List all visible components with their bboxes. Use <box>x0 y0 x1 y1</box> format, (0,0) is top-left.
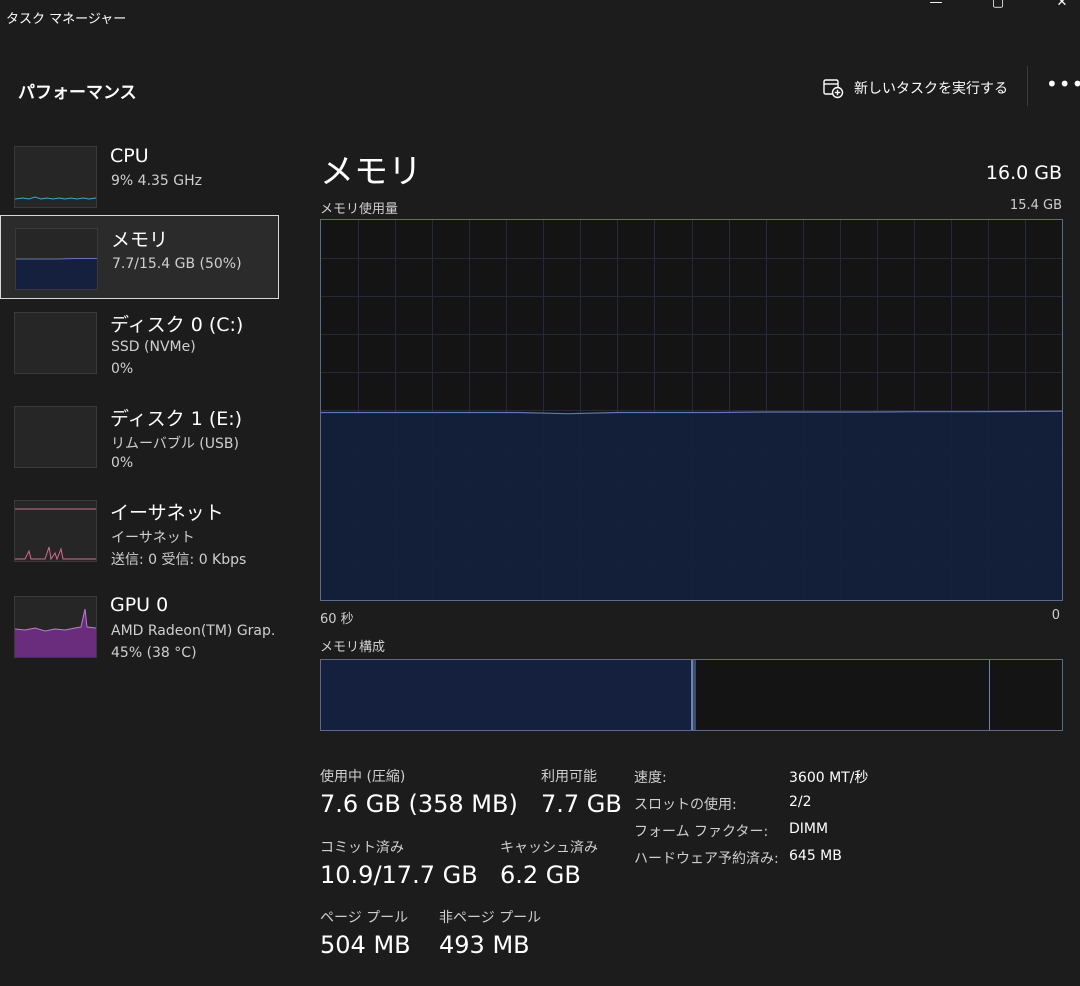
sidebar-item-usage: 0% <box>111 455 134 471</box>
sidebar-item-usage: 45% (38 °C) <box>111 645 197 661</box>
in-use-value: 7.6 GB (358 MB) <box>320 790 518 818</box>
detail-title: メモリ <box>320 152 422 192</box>
sidebar-item-gpu-0[interactable]: GPU 0 AMD Radeon(TM) Grap. 45% (38 °C) <box>0 586 279 670</box>
memory-thumbnail-graph <box>15 228 98 290</box>
chart-axis-end: 0 <box>1051 608 1060 623</box>
sidebar-item-title: GPU 0 <box>110 594 169 616</box>
composition-free <box>991 660 1062 730</box>
memory-usage-chart-svg <box>321 220 1063 600</box>
composition-in-use <box>321 660 693 730</box>
in-use-label: 使用中 (圧縮) <box>320 769 406 785</box>
disk-0-thumbnail-graph <box>14 312 97 374</box>
sidebar-item-disk-0[interactable]: ディスク 0 (C:) SSD (NVMe) 0% <box>0 302 279 386</box>
sidebar-item-detail: 7.7/15.4 GB (50%) <box>112 256 242 272</box>
paged-pool-label: ページ プール <box>320 910 409 926</box>
committed-value: 10.9/17.7 GB <box>320 861 478 889</box>
sidebar-item-usage: 0% <box>111 361 134 377</box>
cached-value: 6.2 GB <box>500 861 581 889</box>
spec-key: フォーム ファクター: <box>634 824 769 840</box>
maximize-button[interactable]: ▢ <box>978 0 1018 14</box>
sidebar-item-memory[interactable]: メモリ 7.7/15.4 GB (50%) <box>0 215 279 299</box>
sidebar-item-detail: リムーバブル (USB) <box>111 436 239 452</box>
spec-key: 速度: <box>634 770 667 786</box>
sidebar-item-disk-1[interactable]: ディスク 1 (E:) リムーバブル (USB) 0% <box>0 396 279 480</box>
cpu-thumbnail-graph <box>14 146 97 208</box>
sidebar-item-ethernet[interactable]: イーサネット イーサネット 送信: 0 受信: 0 Kbps <box>0 490 279 574</box>
memory-usage-chart <box>320 219 1063 601</box>
sidebar-item-title: イーサネット <box>110 502 224 524</box>
sidebar-item-title: ディスク 1 (E:) <box>110 408 243 430</box>
title-bar: タスク マネージャー — ▢ ✕ <box>0 0 1080 40</box>
memory-usage-area <box>321 411 1062 600</box>
composition-standby <box>696 660 990 730</box>
new-task-button[interactable]: 新しいタスクを実行する <box>822 74 1008 102</box>
cached-label: キャッシュ済み <box>500 840 598 856</box>
sidebar-item-detail: SSD (NVMe) <box>111 339 196 355</box>
sidebar-item-detail: イーサネット <box>111 530 195 546</box>
new-task-icon <box>823 79 844 99</box>
close-button[interactable]: ✕ <box>1042 0 1080 14</box>
command-bar: パフォーマンス 新しいタスクを実行する ••• <box>0 58 1080 118</box>
disk-1-thumbnail-graph <box>14 406 97 468</box>
spec-key: スロットの使用: <box>634 797 737 813</box>
available-label: 利用可能 <box>541 769 597 785</box>
sidebar-item-title: ディスク 0 (C:) <box>110 314 244 336</box>
sidebar-item-detail: AMD Radeon(TM) Grap. <box>111 623 276 639</box>
spec-value: DIMM <box>789 821 829 837</box>
spec-value: 2/2 <box>789 794 812 810</box>
chart-axis-start: 60 秒 <box>320 612 354 627</box>
usage-chart-max: 15.4 GB <box>1009 198 1062 213</box>
sidebar-item-title: メモリ <box>111 229 169 251</box>
gpu-thumbnail-graph <box>14 596 97 658</box>
committed-label: コミット済み <box>320 840 404 856</box>
nonpaged-pool-label: 非ページ プール <box>439 910 542 926</box>
available-value: 7.7 GB <box>541 790 622 818</box>
memory-composition-bar <box>320 659 1063 731</box>
spec-value: 645 MB <box>789 848 842 864</box>
nonpaged-pool-value: 493 MB <box>439 931 530 959</box>
sidebar-item-throughput: 送信: 0 受信: 0 Kbps <box>111 552 247 568</box>
usage-chart-label: メモリ使用量 <box>320 202 399 217</box>
page-title: パフォーマンス <box>18 83 137 103</box>
spec-key: ハードウェア予約済み: <box>634 851 779 867</box>
sidebar-item-title: CPU <box>110 145 149 167</box>
ethernet-thumbnail-graph <box>14 500 97 562</box>
sidebar-item-detail: 9% 4.35 GHz <box>111 173 203 189</box>
total-memory: 16.0 GB <box>985 162 1062 184</box>
minimize-button[interactable]: — <box>916 0 956 14</box>
new-task-label: 新しいタスクを実行する <box>854 81 1008 97</box>
app-title: タスク マネージャー <box>6 12 127 27</box>
composition-label: メモリ構成 <box>320 640 386 655</box>
spec-value: 3600 MT/秒 <box>789 770 869 786</box>
paged-pool-value: 504 MB <box>320 931 411 959</box>
more-options-button[interactable]: ••• <box>1046 72 1080 102</box>
sidebar-item-cpu[interactable]: CPU 9% 4.35 GHz <box>0 134 279 218</box>
command-divider <box>1027 66 1028 106</box>
